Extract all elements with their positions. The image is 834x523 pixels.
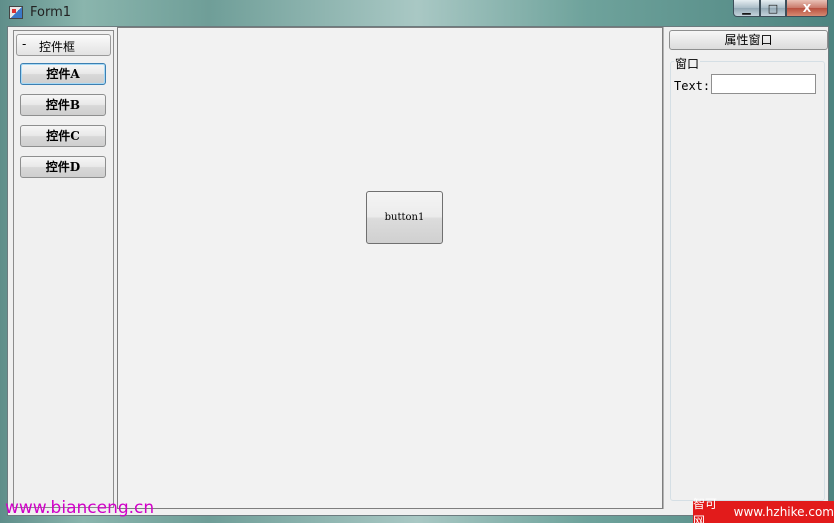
tool-button-a[interactable]: 控件A [20, 63, 106, 85]
group-title: 窗口 [674, 55, 701, 72]
tool-button-c[interactable]: 控件C [20, 125, 106, 147]
toolbox-panel: - 控件框 控件A 控件B 控件C 控件D [13, 30, 114, 508]
close-button[interactable]: X [786, 0, 828, 17]
toolbox-header-button[interactable]: - 控件框 [16, 34, 111, 56]
watermark-right: 智可网 www.hzhike.com [693, 497, 834, 523]
maximize-icon: □ [767, 1, 779, 15]
maximize-button[interactable]: □ [760, 0, 786, 17]
client-area: - 控件框 控件A 控件B 控件C 控件D button1 属性窗口 窗口 Te… [7, 26, 829, 516]
watermark-right-url: www.hzhike.com [733, 505, 834, 519]
close-icon: X [802, 1, 812, 15]
app-icon[interactable] [9, 6, 23, 19]
properties-header-button[interactable]: 属性窗口 [669, 30, 828, 50]
title-bar[interactable]: Form1 ▁ □ X [0, 0, 834, 26]
collapse-icon: - [22, 37, 27, 51]
minimize-button[interactable]: ▁ [733, 0, 760, 17]
tool-button-b[interactable]: 控件B [20, 94, 106, 116]
canvas-button-button1[interactable]: button1 [366, 191, 443, 244]
window-title: Form1 [30, 5, 72, 20]
properties-panel: 属性窗口 窗口 Text: [663, 27, 828, 509]
text-property-label: Text: [674, 79, 711, 93]
tool-button-d[interactable]: 控件D [20, 156, 106, 178]
design-surface[interactable]: button1 [117, 27, 663, 509]
watermark-right-cn: 智可网 [693, 497, 718, 523]
window-groupbox [670, 61, 825, 501]
minimize-icon: ▁ [742, 1, 751, 15]
watermark-left: www.bianceng.cn [5, 498, 155, 518]
caption-buttons: ▁ □ X [733, 0, 828, 18]
text-property-input[interactable] [711, 74, 816, 94]
window-frame: Form1 ▁ □ X - 控件框 控件A 控件B 控件C 控件D button… [0, 0, 834, 523]
toolbox-header-label: 控件框 [39, 40, 76, 54]
